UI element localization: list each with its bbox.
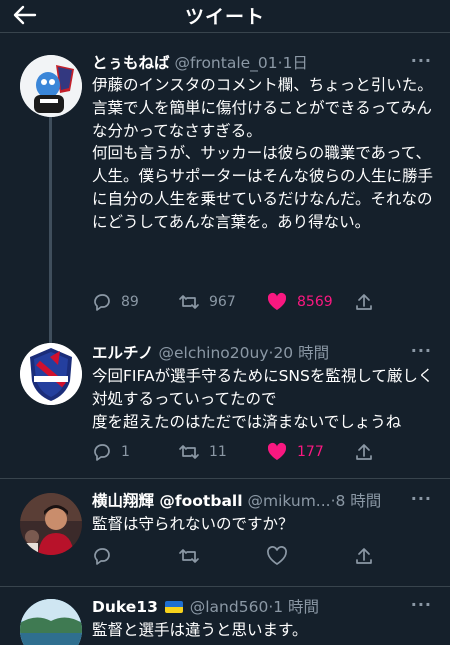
page-title: ツイート xyxy=(184,6,265,28)
avatar[interactable] xyxy=(20,599,82,645)
more-options-button[interactable]: ··· xyxy=(411,595,432,614)
share-button[interactable] xyxy=(354,441,374,463)
timestamp[interactable]: ·20 時間 xyxy=(269,344,330,362)
tweet-text: 監督と選手は違うと思います。 xyxy=(92,619,437,642)
tweet-paragraph: 監督と選手は違うと思います。 xyxy=(92,621,308,639)
tweet-header: エルチノ @elchino20uy·20 時間 xyxy=(92,343,410,363)
tweet[interactable]: エルチノ @elchino20uy·20 時間 ··· 今回FIFAが選手守るた… xyxy=(0,333,450,478)
more-options-button[interactable]: ··· xyxy=(411,489,432,508)
timestamp[interactable]: ·1日 xyxy=(278,54,308,72)
like-button[interactable] xyxy=(266,545,297,567)
display-name[interactable]: とぅもねば xyxy=(92,54,170,72)
tweet-header: Duke13 @land560·1 時間 xyxy=(92,597,410,617)
tweet-header: 横山翔輝 @football @mikum...·8 時間 xyxy=(92,491,410,511)
retweet-count: 967 xyxy=(209,294,236,310)
tweet-paragraph: 今回FIFAが選手守るためにSNSを監視して厳しく対処するっていってたので xyxy=(92,367,434,408)
display-name[interactable]: 横山翔輝 @football xyxy=(92,492,243,510)
tweet-paragraph: 監督は守られないのですか？ xyxy=(92,515,294,533)
retweet-icon xyxy=(179,295,199,309)
avatar[interactable] xyxy=(20,493,82,555)
tweet-text: 監督は守られないのですか？ xyxy=(92,513,437,536)
like-count: 177 xyxy=(297,444,324,460)
heart-outline-icon xyxy=(267,546,287,565)
more-options-button[interactable]: ··· xyxy=(411,341,432,360)
tweet-paragraph: 何回も言うが、サッカーは彼らの職業であって、人生。僕らサポーターはそんな彼らの人… xyxy=(92,144,434,231)
retweet-button[interactable]: 967 xyxy=(178,291,236,313)
reply-button[interactable]: 89 xyxy=(92,291,139,313)
more-options-button[interactable]: ··· xyxy=(411,51,432,70)
handle[interactable]: @frontale_01 xyxy=(174,54,277,72)
reply-icon xyxy=(94,444,110,461)
retweet-button[interactable]: 11 xyxy=(178,441,227,463)
tweet-actions: 1 11 177 xyxy=(92,441,392,463)
retweet-icon xyxy=(179,549,199,563)
like-button[interactable]: 177 xyxy=(266,441,324,463)
tweet[interactable]: とぅもねば @frontale_01·1日 ··· 伊藤のインスタのコメント欄、… xyxy=(0,33,450,375)
avatar[interactable] xyxy=(20,343,82,405)
heart-filled-icon xyxy=(267,442,287,460)
reply-count: 89 xyxy=(121,294,139,310)
tweet-text: 伊藤のインスタのコメント欄、ちょっと引いた。 言葉で人を簡単に傷付けることができ… xyxy=(92,74,437,234)
ukraine-flag-icon xyxy=(164,601,183,613)
share-icon xyxy=(356,294,372,310)
tweet-header: とぅもねば @frontale_01·1日 xyxy=(92,53,410,73)
tweet-paragraph: 言葉で人を簡単に傷付けることができるってみんな分かってなさすぎる。 xyxy=(92,98,432,140)
handle[interactable]: @elchino20uy xyxy=(158,344,268,362)
avatar[interactable] xyxy=(20,55,82,117)
like-button[interactable]: 8569 xyxy=(266,291,333,313)
share-icon xyxy=(356,444,372,460)
handle[interactable]: @mikum... xyxy=(247,492,330,510)
reply-button[interactable] xyxy=(92,545,121,567)
timestamp[interactable]: ·8 時間 xyxy=(331,492,382,510)
reply-icon xyxy=(94,294,110,311)
tweet-actions: 89 967 8569 xyxy=(92,291,392,313)
reply-count: 1 xyxy=(121,444,130,460)
tweet[interactable]: Duke13 @land560·1 時間 ··· 監督と選手は違うと思います。 xyxy=(0,587,450,645)
timestamp[interactable]: ·1 時間 xyxy=(268,598,319,616)
retweet-button[interactable] xyxy=(178,545,209,567)
retweet-count: 11 xyxy=(209,444,227,460)
share-button[interactable] xyxy=(354,291,374,313)
like-count: 8569 xyxy=(297,294,333,310)
tweet-paragraph: 伊藤のインスタのコメント欄、ちょっと引いた。 xyxy=(92,76,433,94)
reply-button[interactable]: 1 xyxy=(92,441,130,463)
tweet-actions xyxy=(92,545,392,567)
tweet[interactable]: 横山翔輝 @football @mikum...·8 時間 ··· 監督は守られ… xyxy=(0,479,450,591)
share-icon xyxy=(356,548,372,564)
display-name[interactable]: エルチノ xyxy=(92,344,154,362)
reply-icon xyxy=(94,548,110,565)
handle[interactable]: @land560 xyxy=(190,598,269,616)
tweet-text: 今回FIFAが選手守るためにSNSを監視して厳しく対処するっていってたので 度を… xyxy=(92,365,437,433)
tweet-paragraph: 度を超えたのはただでは済まないでしょうね xyxy=(92,412,402,431)
retweet-icon xyxy=(179,445,199,459)
heart-filled-icon xyxy=(267,292,287,310)
display-name[interactable]: Duke13 xyxy=(92,598,158,616)
share-button[interactable] xyxy=(354,545,374,567)
top-bar: ツイート xyxy=(0,0,450,30)
